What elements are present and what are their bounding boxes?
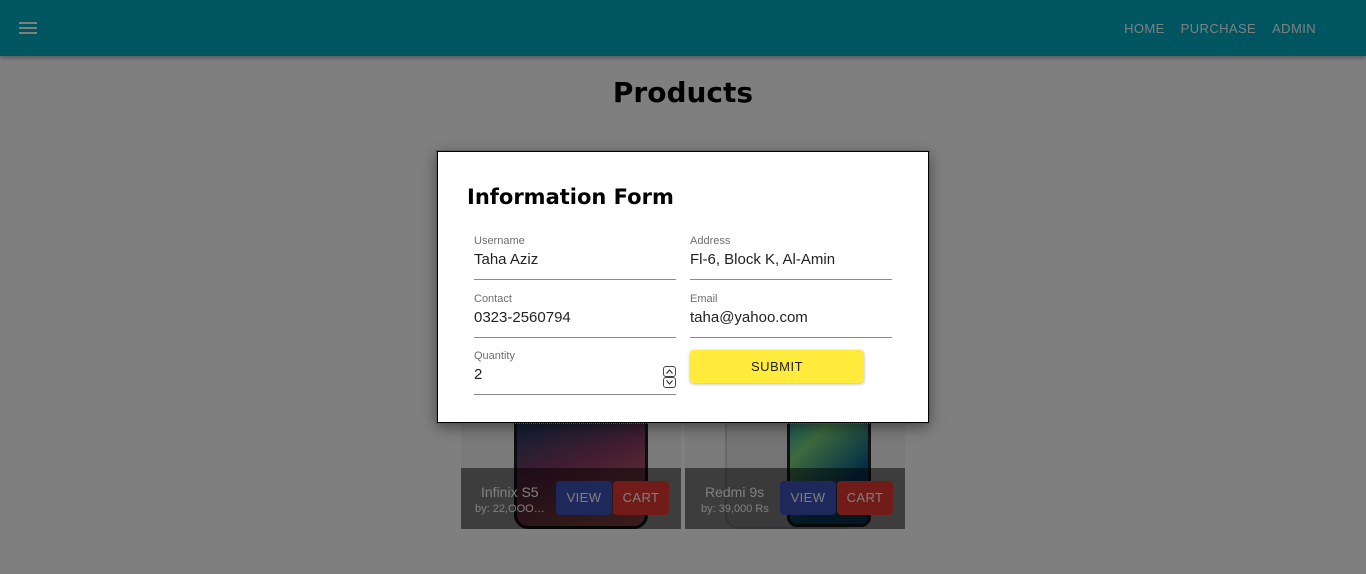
decrement-button[interactable] <box>663 377 676 388</box>
username-field[interactable]: Username Taha Aziz <box>474 235 676 280</box>
email-value[interactable]: taha@yahoo.com <box>690 309 808 326</box>
address-value[interactable]: Fl-6, Block K, Al-Amin <box>690 251 835 268</box>
email-field[interactable]: Email taha@yahoo.com <box>690 293 892 338</box>
contact-field[interactable]: Contact 0323-2560794 <box>474 293 676 338</box>
information-form-dialog: Information Form Username Taha Aziz Addr… <box>436 150 930 424</box>
dialog-title: Information Form <box>467 185 674 209</box>
chevron-up-icon <box>666 369 673 374</box>
username-value[interactable]: Taha Aziz <box>474 251 538 268</box>
submit-button[interactable]: SUBMIT <box>690 350 864 383</box>
quantity-value[interactable]: 2 <box>474 366 482 383</box>
contact-label: Contact <box>474 293 512 305</box>
chevron-down-icon <box>666 380 673 385</box>
email-label: Email <box>690 293 718 305</box>
username-label: Username <box>474 235 525 247</box>
address-label: Address <box>690 235 731 247</box>
contact-value[interactable]: 0323-2560794 <box>474 309 571 326</box>
quantity-stepper[interactable] <box>663 366 676 388</box>
quantity-field[interactable]: Quantity 2 <box>474 350 676 395</box>
increment-button[interactable] <box>663 366 676 377</box>
address-field[interactable]: Address Fl-6, Block K, Al-Amin <box>690 235 892 280</box>
quantity-label: Quantity <box>474 350 515 362</box>
